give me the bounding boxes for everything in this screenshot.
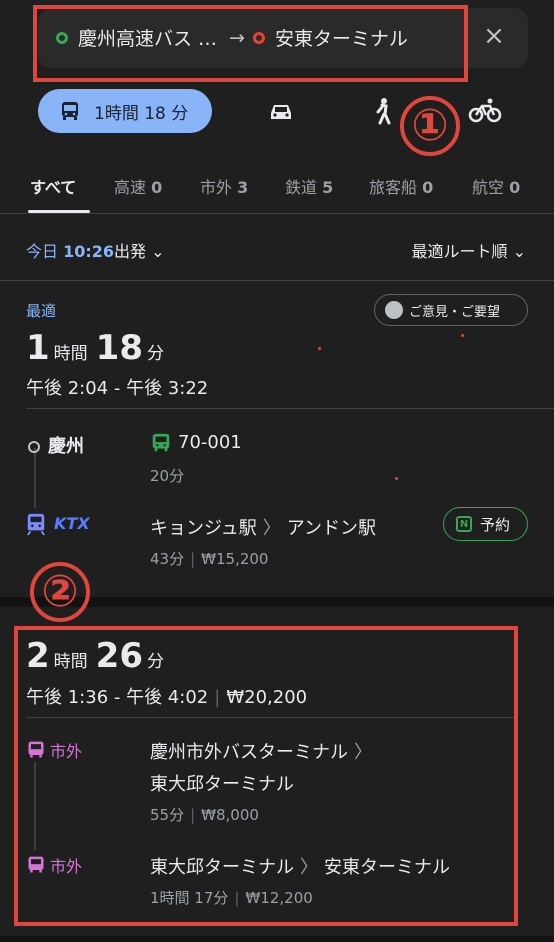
tab-ferry[interactable]: 旅客船 0 (369, 174, 433, 198)
annotation-number-2: ② (30, 562, 90, 622)
route-1-divider (26, 408, 554, 409)
route-1-bus-line[interactable]: 70-001 (178, 432, 242, 453)
annotation-box-2 (14, 626, 518, 926)
naver-icon: N (456, 516, 472, 532)
route-1-rail-segment[interactable]: キョンジュ駅〉アンドン駅 (150, 514, 376, 540)
sort-selector[interactable]: 最適ルート順 ⌄ (411, 238, 526, 262)
section-divider (0, 280, 554, 281)
feedback-button[interactable]: ご意見・ご要望 (374, 294, 528, 326)
ktx-logo: KTX (54, 514, 90, 533)
tab-air[interactable]: 航空 0 (472, 174, 520, 198)
bottom-edge (0, 936, 554, 942)
transport-tabs: すべて 高速 0 市外 3 鉄道 5 旅客船 0 航空 0 (0, 166, 554, 216)
route-1-times: 午後 2:04 - 午後 3:22 (26, 378, 209, 399)
annotation-number-1: ① (400, 96, 460, 156)
route-1-origin: 慶州 (28, 432, 84, 458)
train-icon (27, 513, 45, 536)
origin-stop-icon (28, 441, 40, 453)
tab-express[interactable]: 高速 0 (114, 174, 162, 198)
annotation-box-1 (33, 5, 468, 82)
route-1-rail-details: 43分 | ₩15,200 (150, 550, 269, 568)
walk-icon[interactable] (368, 96, 398, 126)
marker-dot (395, 477, 398, 480)
close-button[interactable]: × (480, 22, 508, 50)
transit-mode-button[interactable]: 1時間 18 分 (38, 89, 212, 133)
car-icon[interactable] (266, 96, 296, 126)
tab-intercity[interactable]: 市外 3 (200, 174, 248, 198)
departure-time-selector[interactable]: 今日 10:26出発 ⌄ (26, 238, 165, 262)
reserve-button[interactable]: N 予約 (443, 507, 528, 541)
bus-icon (62, 102, 78, 120)
route-1-leg-1-duration: 20分 (150, 467, 185, 485)
tabs-divider (0, 213, 554, 214)
bike-icon[interactable] (468, 96, 502, 126)
tab-all[interactable]: すべて (30, 174, 76, 198)
best-route-badge: 最適 (26, 302, 57, 320)
marker-dot (318, 347, 321, 350)
route-1-duration: 1 時間 18 分 (26, 328, 164, 368)
smile-icon (385, 301, 403, 319)
marker-dot (461, 334, 464, 337)
tab-rail[interactable]: 鉄道 5 (285, 174, 333, 198)
local-bus-icon (152, 433, 170, 452)
transit-duration: 1時間 18 分 (94, 103, 189, 124)
